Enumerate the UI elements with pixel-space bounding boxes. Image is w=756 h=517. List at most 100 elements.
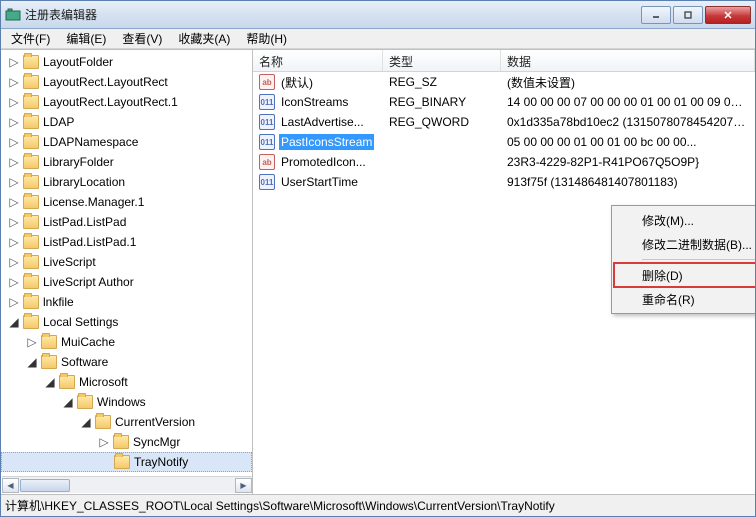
tree-item-label: LiveScript — [43, 255, 96, 269]
tree-item[interactable]: ◢ Software — [1, 352, 252, 372]
value-row[interactable]: abPromotedIcon...23R3-4229-82P1-R41PO67Q… — [253, 152, 755, 172]
tree-item-label: MuiCache — [61, 335, 115, 349]
folder-icon — [23, 55, 39, 69]
tree-item[interactable]: ▷LibraryLocation — [1, 172, 252, 192]
string-value-icon: ab — [259, 154, 275, 170]
tree-item[interactable]: ▷License.Manager.1 — [1, 192, 252, 212]
maximize-button[interactable] — [673, 6, 703, 24]
value-row[interactable]: ab(默认)REG_SZ(数值未设置) — [253, 72, 755, 92]
tree-item-label: lnkfile — [43, 295, 74, 309]
tree-item[interactable]: ◢Windows — [1, 392, 252, 412]
ctx-modify[interactable]: 修改(M)... — [614, 208, 755, 232]
expand-icon[interactable]: ▷ — [7, 275, 21, 289]
list-header: 名称 类型 数据 — [253, 50, 755, 72]
value-row[interactable]: 011UserStartTime913f75f (131486481407801… — [253, 172, 755, 192]
tree-item-label: LayoutFolder — [43, 55, 113, 69]
value-type-cell — [383, 140, 501, 144]
minimize-button[interactable] — [641, 6, 671, 24]
expand-icon[interactable]: ▷ — [7, 235, 21, 249]
expand-icon[interactable]: ▷ — [7, 155, 21, 169]
scroll-left-button[interactable]: ◀ — [2, 478, 19, 493]
menu-favorites[interactable]: 收藏夹(A) — [170, 28, 238, 49]
folder-icon — [23, 75, 39, 89]
tree-item[interactable]: ▷ SyncMgr — [1, 432, 252, 452]
scroll-thumb[interactable] — [20, 479, 70, 492]
tree-item[interactable]: ▷ LayoutFolder — [1, 52, 252, 72]
value-row[interactable]: 011IconStreamsREG_BINARY14 00 00 00 07 0… — [253, 92, 755, 112]
tree-item-label: SyncMgr — [133, 435, 180, 449]
expand-icon[interactable]: ▷ — [7, 115, 21, 129]
menu-view[interactable]: 查看(V) — [114, 28, 170, 49]
folder-icon — [95, 415, 111, 429]
tree-item[interactable]: ▷ LiveScript Author — [1, 272, 252, 292]
expand-icon[interactable]: ▷ — [7, 175, 21, 189]
expand-icon[interactable]: ▷ — [25, 335, 39, 349]
tree-item[interactable]: ▷ LDAP — [1, 112, 252, 132]
value-name-cell: 011LastAdvertise... — [253, 112, 383, 132]
tree-item-label: LDAP — [43, 115, 74, 129]
tree-item[interactable]: ▷ LibraryFolder — [1, 152, 252, 172]
tree-item-label: LiveScript Author — [43, 275, 134, 289]
scroll-track[interactable] — [19, 478, 235, 493]
tree-item-label: LDAPNamespace — [43, 135, 138, 149]
ctx-rename[interactable]: 重命名(R) — [614, 287, 755, 311]
expand-icon[interactable]: ▷ — [7, 255, 21, 269]
tree-item-label: Software — [61, 355, 108, 369]
value-name-cell: 011IconStreams — [253, 92, 383, 112]
col-type[interactable]: 类型 — [383, 50, 501, 71]
registry-editor-window: 注册表编辑器 文件(F) 编辑(E) 查看(V) 收藏夹(A) 帮助(H) ▷L… — [0, 0, 756, 517]
tree-item-label: Microsoft — [79, 375, 128, 389]
menu-help[interactable]: 帮助(H) — [238, 28, 295, 49]
close-button[interactable] — [705, 6, 751, 24]
menu-edit[interactable]: 编辑(E) — [58, 28, 114, 49]
col-name[interactable]: 名称 — [253, 50, 383, 71]
expand-icon[interactable]: ▷ — [7, 55, 21, 69]
expand-icon[interactable]: ▷ — [7, 135, 21, 149]
titlebar[interactable]: 注册表编辑器 — [1, 1, 755, 29]
expand-icon[interactable]: ▷ — [7, 295, 21, 309]
expand-icon[interactable]: ▷ — [97, 435, 111, 449]
folder-icon — [23, 175, 39, 189]
value-data-cell: (数值未设置) — [501, 72, 755, 93]
menu-file[interactable]: 文件(F) — [3, 28, 58, 49]
col-data[interactable]: 数据 — [501, 50, 755, 71]
collapse-icon[interactable]: ◢ — [25, 355, 39, 369]
string-value-icon: ab — [259, 74, 275, 90]
expand-icon[interactable]: ▷ — [7, 75, 21, 89]
tree-item[interactable]: ◢CurrentVersion — [1, 412, 252, 432]
statusbar: 计算机\HKEY_CLASSES_ROOT\Local Settings\Sof… — [1, 494, 755, 516]
tree-item-label: TrayNotify — [134, 455, 188, 469]
tree-item[interactable]: ▷ MuiCache — [1, 332, 252, 352]
folder-icon — [77, 395, 93, 409]
tree-panel[interactable]: ▷ LayoutFolder ▷LayoutRect.LayoutRect▷Layo… — [1, 50, 253, 494]
collapse-icon[interactable]: ◢ — [43, 375, 57, 389]
tree-item[interactable]: ▷ lnkfile — [1, 292, 252, 312]
tree-item[interactable]: ▷LayoutRect.LayoutRect — [1, 72, 252, 92]
tree-item[interactable]: ▷ ListPad.ListPad.1 — [1, 232, 252, 252]
tree-hscrollbar[interactable]: ◀ ▶ — [2, 476, 252, 493]
collapse-icon[interactable]: ◢ — [7, 315, 21, 329]
folder-icon — [23, 115, 39, 129]
folder-icon — [23, 235, 39, 249]
tree-item-label: LibraryFolder — [43, 155, 114, 169]
tree-item[interactable]: ▷ LiveScript — [1, 252, 252, 272]
value-row[interactable]: 011PastIconsStream05 00 00 00 01 00 01 0… — [253, 132, 755, 152]
tree-item[interactable]: ▷ LDAPNamespace — [1, 132, 252, 152]
ctx-modify-binary[interactable]: 修改二进制数据(B)... — [614, 232, 755, 256]
tree-item[interactable]: ·TrayNotify — [1, 452, 252, 472]
tree-item[interactable]: ▷ ListPad.ListPad — [1, 212, 252, 232]
tree-item-label: ListPad.ListPad.1 — [43, 235, 136, 249]
tree-item-label: ListPad.ListPad — [43, 215, 126, 229]
collapse-icon[interactable]: ◢ — [79, 415, 93, 429]
scroll-right-button[interactable]: ▶ — [235, 478, 252, 493]
ctx-delete[interactable]: 删除(D) — [614, 263, 755, 287]
expand-icon[interactable]: ▷ — [7, 195, 21, 209]
value-row[interactable]: 011LastAdvertise...REG_QWORD0x1d335a78bd… — [253, 112, 755, 132]
value-name-cell: abPromotedIcon... — [253, 152, 383, 172]
collapse-icon[interactable]: ◢ — [61, 395, 75, 409]
expand-icon[interactable]: ▷ — [7, 215, 21, 229]
tree-item[interactable]: ◢Local Settings — [1, 312, 252, 332]
expand-icon[interactable]: ▷ — [7, 95, 21, 109]
tree-item[interactable]: ◢ Microsoft — [1, 372, 252, 392]
tree-item[interactable]: ▷LayoutRect.LayoutRect.1 — [1, 92, 252, 112]
